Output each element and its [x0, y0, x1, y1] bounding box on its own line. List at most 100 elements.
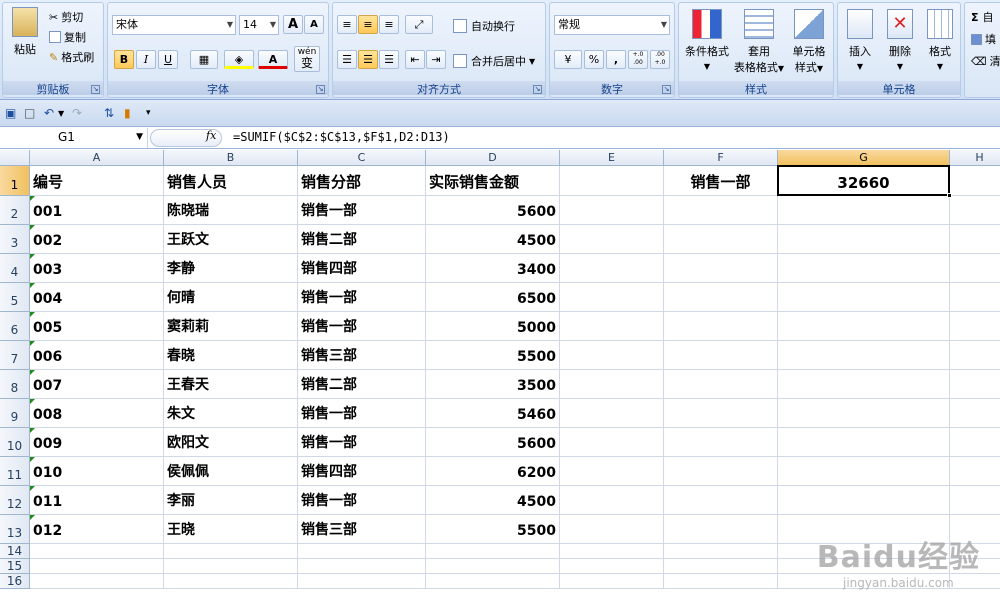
cell-b9[interactable]: 朱文 [164, 399, 298, 428]
copy-button[interactable]: 复制 [49, 29, 86, 45]
formula-input[interactable]: =SUMIF($C$2:$C$13,$F$1,D2:D13) [233, 130, 450, 144]
cell-b10[interactable]: 欧阳文 [164, 428, 298, 457]
cell-b2[interactable]: 陈晓瑞 [164, 196, 298, 225]
paste-button[interactable]: 粘贴 [7, 7, 43, 57]
format-painter-button[interactable]: ✎ 格式刷 [49, 49, 94, 65]
clear-button[interactable]: ⌫ 清 [971, 53, 1000, 69]
fill-color-button[interactable]: ◈ [224, 50, 254, 69]
cell-f14[interactable] [664, 544, 778, 559]
cell-g12[interactable] [778, 486, 950, 515]
cell-a4[interactable]: 003 [30, 254, 164, 283]
customize-toolbar-icon[interactable]: ▾ [146, 108, 151, 118]
cell-e16[interactable] [560, 574, 664, 589]
cell-d4[interactable]: 3400 [426, 254, 560, 283]
column-header-d[interactable]: D [426, 150, 560, 166]
cell-f15[interactable] [664, 559, 778, 574]
cell-c13[interactable]: 销售三部 [298, 515, 426, 544]
cell-g10[interactable] [778, 428, 950, 457]
cell-e12[interactable] [560, 486, 664, 515]
cell-a7[interactable]: 006 [30, 341, 164, 370]
column-header-g[interactable]: G [778, 150, 950, 166]
cell-b16[interactable] [164, 574, 298, 589]
cell-h1[interactable] [950, 166, 1000, 196]
row-header-6[interactable]: 6 [0, 312, 30, 341]
worksheet-grid[interactable]: A B C D E F G H 1 2 3 4 5 6 7 8 9 10 11 12 13 14 15 16 编号 销售人员 销售分… [0, 150, 1000, 596]
cell-b1[interactable]: 销售人员 [164, 166, 298, 196]
underline-button[interactable]: U [158, 50, 178, 69]
cell-c4[interactable]: 销售四部 [298, 254, 426, 283]
cell-e13[interactable] [560, 515, 664, 544]
cell-g6[interactable] [778, 312, 950, 341]
phonetic-button[interactable]: wén 变 [294, 46, 320, 72]
name-box[interactable]: G1 ▼ [0, 128, 148, 148]
cell-f9[interactable] [664, 399, 778, 428]
percent-button[interactable]: % [584, 50, 604, 69]
alignment-launcher-icon[interactable]: ↘ [533, 85, 542, 94]
cell-d2[interactable]: 5600 [426, 196, 560, 225]
redo-icon[interactable]: ↷ [72, 106, 82, 120]
cell-d14[interactable] [426, 544, 560, 559]
number-format-select[interactable]: 常规 ▼ [554, 15, 670, 35]
font-launcher-icon[interactable]: ↘ [316, 85, 325, 94]
cell-h6[interactable] [950, 312, 1000, 341]
cell-f5[interactable] [664, 283, 778, 312]
align-left-button[interactable]: ☰ [337, 50, 357, 69]
cell-h3[interactable] [950, 225, 1000, 254]
font-color-button[interactable]: A [258, 50, 288, 69]
cell-e11[interactable] [560, 457, 664, 486]
row-header-14[interactable]: 14 [0, 544, 30, 559]
increase-indent-button[interactable]: ⇥ [426, 50, 446, 69]
cell-c7[interactable]: 销售三部 [298, 341, 426, 370]
cell-c9[interactable]: 销售一部 [298, 399, 426, 428]
cell-c14[interactable] [298, 544, 426, 559]
format-button[interactable]: 格式 ▼ [920, 9, 960, 72]
cell-a8[interactable]: 007 [30, 370, 164, 399]
fill-button[interactable]: 填 [971, 31, 996, 47]
cell-e3[interactable] [560, 225, 664, 254]
font-name-select[interactable]: 宋体 ▼ [112, 15, 236, 35]
cell-f8[interactable] [664, 370, 778, 399]
cell-f7[interactable] [664, 341, 778, 370]
cell-f16[interactable] [664, 574, 778, 589]
cell-e1[interactable] [560, 166, 664, 196]
cell-a15[interactable] [30, 559, 164, 574]
cell-b7[interactable]: 春晓 [164, 341, 298, 370]
row-header-8[interactable]: 8 [0, 370, 30, 399]
cell-f10[interactable] [664, 428, 778, 457]
cell-c16[interactable] [298, 574, 426, 589]
column-header-e[interactable]: E [560, 150, 664, 166]
align-bottom-button[interactable]: ≡ [379, 15, 399, 34]
insert-function-button[interactable]: fx [206, 129, 216, 142]
font-size-select[interactable]: 14 ▼ [239, 15, 279, 35]
cell-g8[interactable] [778, 370, 950, 399]
cell-a14[interactable] [30, 544, 164, 559]
cell-d1[interactable]: 实际销售金额 [426, 166, 560, 196]
cell-f12[interactable] [664, 486, 778, 515]
cell-e6[interactable] [560, 312, 664, 341]
cell-f1[interactable]: 销售一部 [664, 166, 778, 196]
fill-handle[interactable] [947, 193, 952, 198]
cell-b8[interactable]: 王春天 [164, 370, 298, 399]
merge-center-button[interactable]: 合并后居中 ▼ [453, 53, 535, 69]
cell-c10[interactable]: 销售一部 [298, 428, 426, 457]
wrap-text-button[interactable]: 自动换行 [453, 18, 515, 34]
row-header-11[interactable]: 11 [0, 457, 30, 486]
row-header-12[interactable]: 12 [0, 486, 30, 515]
save-icon[interactable]: ▣ [5, 106, 16, 120]
border-button[interactable]: ▦ [190, 50, 218, 69]
cell-f4[interactable] [664, 254, 778, 283]
row-header-7[interactable]: 7 [0, 341, 30, 370]
cell-c6[interactable]: 销售一部 [298, 312, 426, 341]
cell-d11[interactable]: 6200 [426, 457, 560, 486]
cell-c1[interactable]: 销售分部 [298, 166, 426, 196]
cell-a1[interactable]: 编号 [30, 166, 164, 196]
cell-e7[interactable] [560, 341, 664, 370]
chart-icon[interactable]: ▮ [124, 106, 131, 120]
decrease-indent-button[interactable]: ⇤ [405, 50, 425, 69]
cell-d6[interactable]: 5000 [426, 312, 560, 341]
row-header-1[interactable]: 1 [0, 166, 30, 196]
cell-c5[interactable]: 销售一部 [298, 283, 426, 312]
row-header-10[interactable]: 10 [0, 428, 30, 457]
cell-g5[interactable] [778, 283, 950, 312]
cell-d12[interactable]: 4500 [426, 486, 560, 515]
